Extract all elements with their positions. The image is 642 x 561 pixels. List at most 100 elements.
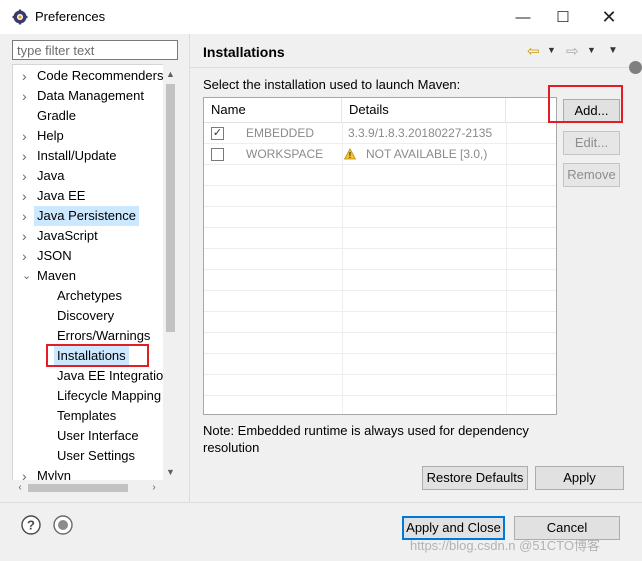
table-row[interactable]: ✓ EMBEDDED 3.3.9/1.8.3.20180227-2135 — [204, 123, 556, 144]
tree-item-label: Java Persistence — [34, 206, 139, 226]
column-header-details[interactable]: Details — [342, 98, 506, 122]
remove-button-label: Remove — [567, 167, 616, 182]
chevron-right-icon[interactable]: › — [22, 226, 32, 246]
tree-item-label: Java EE Integration — [57, 368, 171, 383]
tree-item-label: Gradle — [37, 108, 77, 123]
apply-button[interactable]: Apply — [535, 466, 624, 490]
tree-item[interactable]: User Settings — [13, 446, 165, 466]
scroll-left-arrow-icon[interactable]: ‹ — [12, 480, 28, 496]
scroll-down-arrow-icon[interactable]: ▼ — [163, 464, 178, 480]
scroll-right-arrow-icon[interactable]: › — [146, 480, 162, 496]
add-button[interactable]: Add... — [563, 99, 620, 123]
chevron-right-icon[interactable]: › — [22, 186, 32, 206]
table-row[interactable]: WORKSPACE! NOT AVAILABLE [3.0,) — [204, 144, 556, 165]
row-divider — [204, 248, 556, 249]
close-button[interactable]: ✕ — [586, 0, 632, 34]
apply-label: Apply — [563, 470, 596, 485]
panel-sash[interactable] — [189, 34, 190, 502]
preference-tree[interactable]: › Code Recommenders › Data Management Gradle… — [12, 64, 178, 496]
page-description: Select the installation used to launch M… — [203, 77, 461, 92]
installation-name: WORKSPACE — [246, 147, 324, 161]
row-divider — [204, 227, 556, 228]
tree-item-label: Templates — [57, 408, 117, 423]
title-separator — [190, 67, 642, 68]
installations-table[interactable]: Name Details ✓ EMBEDDED 3.3.9/1.8.3.201802… — [203, 97, 557, 415]
embedded-note: Note: Embedded runtime is always used fo… — [203, 423, 529, 455]
tree-item[interactable]: Lifecycle Mapping — [13, 386, 165, 406]
chevron-right-icon[interactable]: › — [22, 246, 32, 266]
tree-item[interactable]: User Interface — [13, 426, 165, 446]
restore-defaults-label: Restore Defaults — [426, 470, 524, 485]
tree-item[interactable]: › JSON — [13, 246, 165, 266]
forward-history-chevron-down-icon[interactable]: ▼ — [587, 45, 596, 55]
row-divider — [204, 332, 556, 333]
installation-name: EMBEDDED — [246, 126, 315, 140]
row-divider — [204, 374, 556, 375]
tree-item-label: Code Recommenders — [37, 68, 164, 83]
window-title: Preferences — [35, 9, 106, 24]
checkbox-unchecked[interactable] — [211, 148, 224, 161]
tree-item-label: User Settings — [57, 448, 136, 463]
chevron-right-icon[interactable]: › — [22, 66, 32, 86]
edge-indicator-icon — [629, 61, 642, 74]
chevron-right-icon[interactable]: › — [22, 206, 32, 226]
row-divider — [204, 164, 556, 165]
tree-item[interactable]: Discovery — [13, 306, 165, 326]
tree-item[interactable]: Gradle — [13, 106, 165, 126]
tree-item-label: Archetypes — [57, 288, 123, 303]
tree-horizontal-scroll-thumb[interactable] — [28, 484, 128, 492]
chevron-right-icon[interactable]: › — [22, 126, 32, 146]
add-button-label: Add... — [574, 103, 609, 118]
tree-item-label: Errors/Warnings — [57, 328, 151, 343]
restore-defaults-button[interactable]: Restore Defaults — [422, 466, 528, 490]
tree-item[interactable]: › Java EE — [13, 186, 165, 206]
import-export-icon[interactable] — [53, 515, 73, 535]
tree-item-label: Data Management — [37, 88, 144, 103]
tree-item[interactable]: › Java Persistence — [13, 206, 165, 226]
view-menu-icon[interactable]: ▼ — [608, 45, 618, 56]
tree-item[interactable]: › Code Recommenders — [13, 66, 165, 86]
chevron-right-icon[interactable]: › — [22, 146, 32, 166]
title-bar: Preferences — ☐ ✕ — [0, 0, 642, 34]
row-divider — [204, 353, 556, 354]
tree-item-label: Java EE — [37, 188, 86, 203]
row-divider — [204, 185, 556, 186]
row-divider — [204, 290, 556, 291]
tree-item[interactable]: Installations — [13, 346, 165, 366]
column-header-name[interactable]: Name — [204, 98, 342, 122]
tree-item-label: User Interface — [57, 428, 139, 443]
tree-item[interactable]: Templates — [13, 406, 165, 426]
tree-item[interactable]: Errors/Warnings — [13, 326, 165, 346]
apply-and-close-label: Apply and Close — [406, 520, 501, 535]
scroll-up-arrow-icon[interactable]: ▲ — [163, 66, 178, 82]
remove-button[interactable]: Remove — [563, 163, 620, 187]
forward-arrow-icon[interactable]: ⇨ — [566, 42, 579, 60]
edit-button[interactable]: Edit... — [563, 131, 620, 155]
checkbox-checked[interactable]: ✓ — [211, 127, 224, 140]
maximize-button[interactable]: ☐ — [540, 0, 586, 34]
filter-field[interactable] — [12, 40, 181, 60]
bottom-separator — [0, 502, 642, 503]
tree-item[interactable]: Archetypes — [13, 286, 165, 306]
tree-item-label: JSON — [37, 248, 72, 263]
tree-item[interactable]: › Help — [13, 126, 165, 146]
tree-item[interactable]: › JavaScript — [13, 226, 165, 246]
row-divider — [204, 206, 556, 207]
tree-item-label: Installations — [54, 346, 129, 366]
help-icon[interactable]: ? — [21, 515, 41, 535]
back-history-chevron-down-icon[interactable]: ▼ — [547, 45, 556, 55]
back-arrow-icon[interactable]: ⇦ — [527, 42, 540, 60]
filter-input[interactable] — [13, 41, 181, 59]
row-divider — [204, 269, 556, 270]
tree-vertical-scroll-thumb[interactable] — [166, 84, 175, 332]
tree-item[interactable]: › Install/Update — [13, 146, 165, 166]
page-title: Installations — [203, 44, 285, 60]
chevron-right-icon[interactable]: › — [22, 166, 32, 186]
chevron-down-icon[interactable]: ⌄ — [22, 266, 32, 286]
chevron-right-icon[interactable]: › — [22, 86, 32, 106]
preferences-dialog: Preferences — ☐ ✕ › Code Recommenders › Dat… — [0, 0, 642, 561]
tree-item[interactable]: › Data Management — [13, 86, 165, 106]
tree-item[interactable]: › Java — [13, 166, 165, 186]
tree-item[interactable]: ⌄ Maven — [13, 266, 165, 286]
tree-item[interactable]: Java EE Integration — [13, 366, 170, 386]
